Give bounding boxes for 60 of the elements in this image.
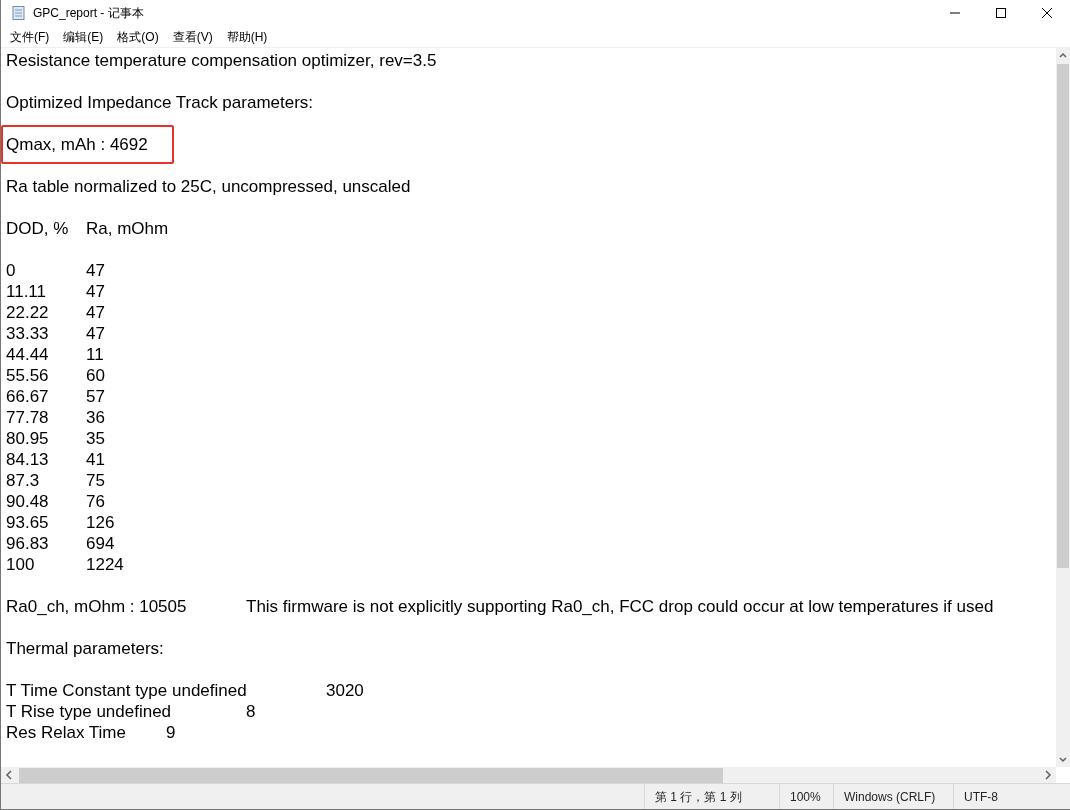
text-line: 8 (246, 701, 256, 722)
scrollbar-thumb[interactable] (1057, 64, 1069, 568)
text-line: 41 (86, 449, 105, 470)
text-line: 126 (86, 512, 115, 533)
text-line: 84.13 (6, 449, 49, 470)
window-title: GPC_report - 记事本 (33, 5, 144, 22)
text-line: 90.48 (6, 491, 49, 512)
text-line: Optimized Impedance Track parameters: (6, 92, 314, 113)
menu-item[interactable]: 格式(O) (110, 27, 166, 46)
text-line: This firmware is not explicitly supporting Ra0_ch, FCC drop could occur at low temperatures if used (246, 596, 994, 617)
text-line: 11 (86, 344, 104, 365)
text-line: 77.78 (6, 407, 49, 428)
text-line: 33.33 (6, 323, 49, 344)
text-line: 47 (86, 260, 105, 281)
menu-item[interactable]: 帮助(H) (219, 27, 275, 46)
text-line: 47 (86, 302, 105, 323)
text-line: 100 (6, 554, 35, 575)
maximize-icon (995, 7, 1007, 19)
text-line: 0 (6, 260, 16, 281)
text-line: 694 (86, 533, 115, 554)
text-line: 36 (86, 407, 105, 428)
menu-item[interactable]: 编辑(E) (56, 27, 111, 46)
text-line: 3020 (326, 680, 364, 701)
text-line: Ra0_ch, mOhm : 10505 (6, 596, 187, 617)
text-line: 55.56 (6, 365, 49, 386)
text-line: Ra table normalized to 25C, uncompressed, unscaled (6, 176, 411, 197)
text-line: 44.44 (6, 344, 49, 365)
text-line: T Time Constant type undefined (6, 680, 247, 701)
text-line: Res Relax Time (6, 722, 126, 743)
text-line: 93.65 (6, 512, 49, 533)
menu-item[interactable]: 文件(F) (3, 27, 57, 46)
text-line: 60 (86, 365, 105, 386)
text-line: 47 (86, 323, 105, 344)
text-line: 96.83 (6, 533, 49, 554)
text-line: 80.95 (6, 428, 49, 449)
text-line: 11.11 (6, 281, 47, 302)
text-line: 75 (86, 470, 105, 491)
status-text: Windows (CRLF) (844, 788, 936, 806)
text-line: T Rise type undefined (6, 701, 172, 722)
close-icon (1041, 7, 1053, 19)
status-text: UTF-8 (964, 788, 998, 806)
text-line: DOD, % (6, 218, 69, 239)
text-line: 22.22 (6, 302, 49, 323)
scrollbar-thumb[interactable] (19, 767, 723, 783)
text-line: 47 (86, 281, 105, 302)
text-line: Ra, mOhm (86, 218, 169, 239)
text-line: 1224 (86, 554, 124, 575)
status-text: 第 1 行，第 1 列 (655, 788, 742, 806)
text-line: Thermal parameters: (6, 638, 164, 659)
text-line: Qmax, mAh : 4692 (6, 134, 148, 155)
text-line: 9 (166, 722, 176, 743)
status-text: 100% (790, 788, 821, 806)
notepad-icon (11, 5, 27, 21)
text-line: 87.3 (6, 470, 40, 491)
text-line: 66.67 (6, 386, 49, 407)
text-line: 57 (86, 386, 105, 407)
text-line: Resistance temperature compensation optimizer, rev=3.5 (6, 50, 437, 71)
text-line: 76 (86, 491, 105, 512)
text-line: 35 (86, 428, 105, 449)
menu-item[interactable]: 查看(V) (165, 27, 220, 46)
